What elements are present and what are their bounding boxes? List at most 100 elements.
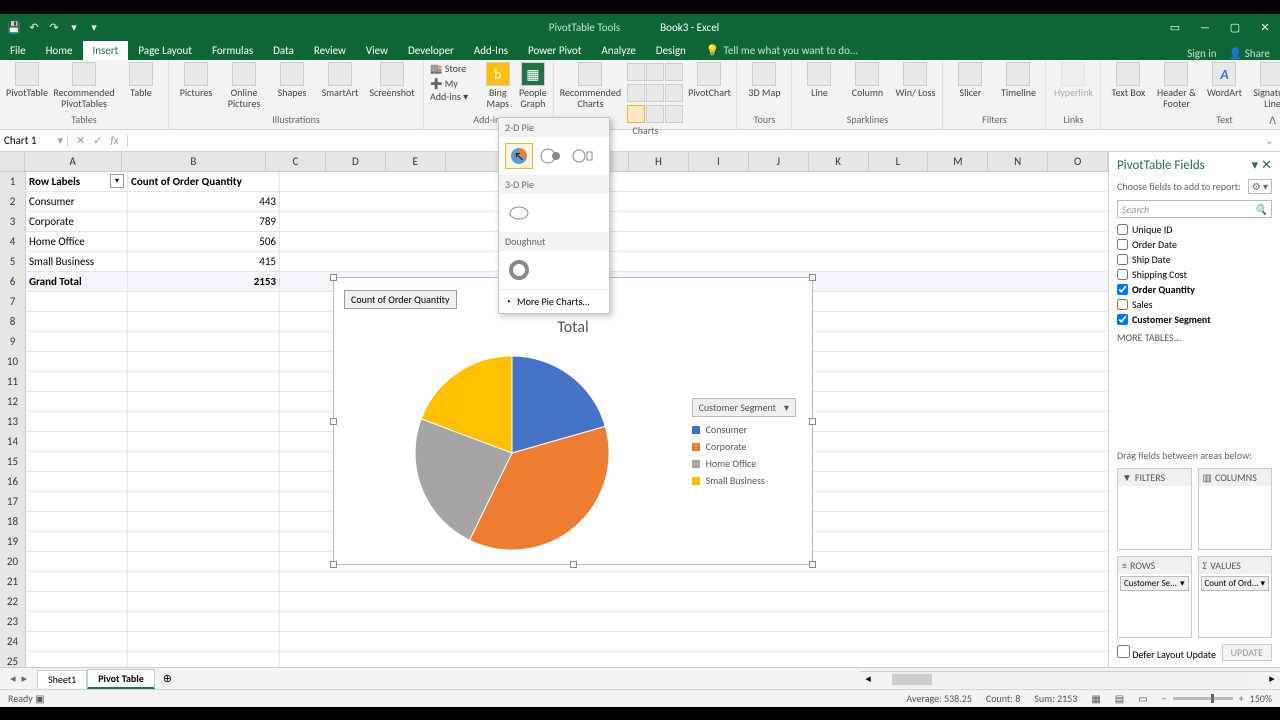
- col-header[interactable]: J: [749, 152, 809, 171]
- cell[interactable]: [128, 372, 280, 391]
- cell[interactable]: [128, 512, 280, 531]
- text-box-button[interactable]: Text Box: [1107, 62, 1149, 98]
- cell[interactable]: [26, 572, 128, 591]
- close-button[interactable]: ✕: [1250, 14, 1280, 40]
- smartart-button[interactable]: SmartArt: [319, 62, 361, 98]
- chart-line-icon[interactable]: [646, 63, 664, 81]
- tab-page-layout[interactable]: Page Layout: [128, 41, 202, 60]
- row-header[interactable]: 5: [0, 252, 26, 271]
- tab-data[interactable]: Data: [263, 41, 304, 60]
- cell[interactable]: [26, 392, 128, 411]
- sparkline-winloss-button[interactable]: Win/ Loss: [894, 62, 936, 98]
- cell[interactable]: [128, 452, 280, 471]
- tab-insert[interactable]: Insert: [83, 41, 129, 60]
- cell[interactable]: 2153: [128, 272, 280, 291]
- col-header[interactable]: I: [689, 152, 749, 171]
- cell[interactable]: Home Office: [26, 232, 128, 251]
- field-checkbox[interactable]: Unique ID: [1117, 222, 1272, 237]
- hyperlink-button[interactable]: Hyperlink: [1052, 62, 1094, 98]
- cell[interactable]: [26, 352, 128, 371]
- field-checkbox[interactable]: Sales: [1117, 297, 1272, 312]
- cell[interactable]: [26, 432, 128, 451]
- chart-combo-icon[interactable]: [665, 105, 683, 123]
- chart-statistic-icon[interactable]: [646, 84, 664, 102]
- online-pictures-button[interactable]: Online Pictures: [223, 62, 265, 109]
- sheet-nav-next[interactable]: ▸: [22, 672, 28, 685]
- row-header[interactable]: 11: [0, 372, 26, 391]
- 3d-map-button[interactable]: 3D Map: [743, 62, 785, 98]
- ribbon-options-icon[interactable]: ▭: [1160, 14, 1190, 40]
- filter-dropdown-icon[interactable]: ▾: [110, 174, 124, 188]
- zoom-level[interactable]: 150%: [1250, 692, 1272, 705]
- zoom-slider[interactable]: [1173, 697, 1233, 700]
- cell[interactable]: Count of Order Quantity: [128, 172, 280, 191]
- cell[interactable]: [128, 652, 280, 667]
- qat-more-icon[interactable]: ▾: [86, 19, 102, 35]
- cell[interactable]: [26, 452, 128, 471]
- pane-close-icon[interactable]: ▾ ✕: [1252, 158, 1272, 173]
- sheet-nav-prev[interactable]: ◂: [10, 672, 16, 685]
- tab-home[interactable]: Home: [36, 41, 83, 60]
- tab-file[interactable]: File: [0, 41, 36, 60]
- pie-2d-option[interactable]: ↖: [505, 143, 533, 169]
- cell[interactable]: [26, 292, 128, 311]
- chart-column-icon[interactable]: [627, 63, 645, 81]
- collapse-ribbon-icon[interactable]: ᐱ: [1269, 114, 1276, 127]
- touch-mode-icon[interactable]: ▾: [66, 19, 82, 35]
- table-button[interactable]: Table: [120, 62, 162, 98]
- cell[interactable]: [128, 412, 280, 431]
- scroll-right-icon[interactable]: ▸: [1264, 672, 1280, 687]
- cell[interactable]: [128, 552, 280, 571]
- row-header[interactable]: 25: [0, 652, 26, 667]
- tell-me[interactable]: 💡Tell me what you want to do...: [696, 41, 1177, 60]
- tab-review[interactable]: Review: [304, 41, 356, 60]
- enter-formula-icon[interactable]: ✓: [93, 134, 102, 147]
- cell[interactable]: [128, 532, 280, 551]
- row-header[interactable]: 2: [0, 192, 26, 211]
- cell[interactable]: 443: [128, 192, 280, 211]
- row-header[interactable]: 12: [0, 392, 26, 411]
- area-filters[interactable]: ▼FILTERS: [1117, 468, 1192, 550]
- undo-icon[interactable]: ↶: [26, 19, 42, 35]
- chevron-down-icon[interactable]: ▾: [57, 134, 63, 147]
- update-button[interactable]: UPDATE: [1222, 644, 1272, 661]
- legend-item[interactable]: Corporate: [692, 440, 796, 453]
- sparkline-line-button[interactable]: Line: [798, 62, 840, 98]
- more-pie-charts[interactable]: ◔More Pie Charts...: [499, 289, 609, 313]
- cell[interactable]: [26, 412, 128, 431]
- people-graph-button[interactable]: ▦People Graph: [518, 62, 547, 109]
- row-header[interactable]: 19: [0, 532, 26, 551]
- row-header[interactable]: 18: [0, 512, 26, 531]
- cell[interactable]: [128, 572, 280, 591]
- cell[interactable]: [26, 532, 128, 551]
- my-addins-button[interactable]: ➕ My Add-ins ▾: [430, 77, 477, 103]
- field-checkbox[interactable]: Customer Segment: [1117, 312, 1272, 327]
- cell[interactable]: Grand Total: [26, 272, 128, 291]
- field-checkbox[interactable]: Order Date: [1117, 237, 1272, 252]
- bing-maps-button[interactable]: bBing Maps: [483, 62, 512, 109]
- chart-hierarchy-icon[interactable]: [627, 84, 645, 102]
- fx-icon[interactable]: fx: [110, 134, 118, 147]
- resize-handle[interactable]: [809, 418, 816, 425]
- expand-formula-bar-icon[interactable]: ⌄: [1259, 134, 1280, 147]
- cancel-formula-icon[interactable]: ✕: [76, 134, 85, 147]
- tab-addins[interactable]: Add-Ins: [464, 41, 518, 60]
- col-header[interactable]: N: [988, 152, 1048, 171]
- share-button[interactable]: 👤 Share: [1229, 47, 1270, 60]
- cell[interactable]: [128, 432, 280, 451]
- row-header[interactable]: 23: [0, 612, 26, 631]
- cell[interactable]: [128, 392, 280, 411]
- sheet-tab[interactable]: Pivot Table: [87, 669, 155, 689]
- sparkline-column-button[interactable]: Column: [846, 62, 888, 98]
- col-header[interactable]: E: [386, 152, 446, 171]
- legend-item[interactable]: Consumer: [692, 423, 796, 436]
- horizontal-scrollbar[interactable]: [892, 672, 1248, 687]
- resize-handle[interactable]: [330, 274, 337, 281]
- tab-view[interactable]: View: [356, 41, 398, 60]
- zoom-out-icon[interactable]: −: [1162, 692, 1167, 705]
- more-tables-link[interactable]: MORE TABLES...: [1109, 329, 1280, 346]
- row-header[interactable]: 6: [0, 272, 26, 291]
- zoom-in-icon[interactable]: +: [1239, 692, 1244, 705]
- cell[interactable]: [26, 312, 128, 331]
- new-sheet-button[interactable]: ⊕: [155, 672, 180, 685]
